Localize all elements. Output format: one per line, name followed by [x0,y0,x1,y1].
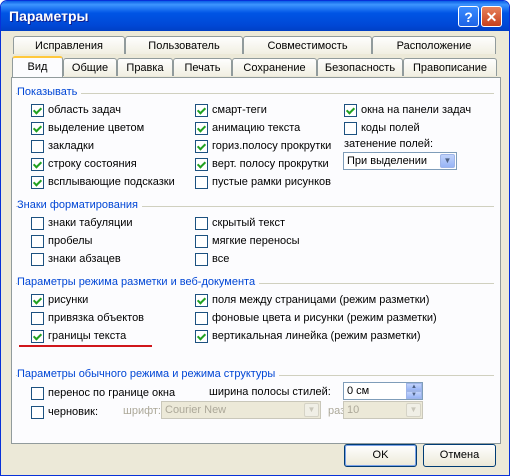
checkbox-label: пробелы [48,235,93,247]
checkbox-label: знаки абзацев [48,253,121,265]
checkbox-box[interactable] [31,235,44,248]
checkbox-label: мягкие переносы [212,235,300,247]
dialog-body: Исправления Пользователь Совместимость Р… [4,31,506,472]
style-width-value: 0 см [347,385,370,397]
checkbox-label: все [212,253,230,265]
checkbox-label: анимацию текста [212,122,301,134]
checkbox-label: выделение цветом [48,122,145,134]
dialog-title: Параметры [9,8,89,24]
chevron-down-icon[interactable]: ▼ [440,154,455,168]
checkbox-label: перенос по границе окна [48,387,176,399]
checkbox-box[interactable] [195,122,208,135]
spinner[interactable]: ▲ ▼ [406,383,422,400]
checkbox-box[interactable] [195,140,208,153]
font-label: шрифт: [123,405,161,417]
field-shading-select[interactable]: При выделении ▼ [343,152,457,170]
checkbox-box[interactable] [31,122,44,135]
tab-user[interactable]: Пользователь [125,36,243,54]
checkbox-box[interactable] [344,104,357,117]
checkbox-label: область задач [48,104,121,116]
checkbox-box[interactable] [31,387,44,400]
section-normal-title: Параметры обычного режима и режима струк… [17,368,280,380]
tab-compatibility[interactable]: Совместимость [243,36,372,54]
checkbox-box[interactable] [31,158,44,171]
close-button[interactable]: ✕ [481,6,502,27]
tab-corrections[interactable]: Исправления [13,36,125,54]
style-width-label: ширина полосы стилей: [209,386,331,398]
checkbox-box[interactable] [195,253,208,266]
field-shading-value: При выделении [347,155,428,167]
checkbox-label: скрытый текст [212,217,285,229]
chevron-down-icon[interactable]: ▼ [406,403,421,417]
checkbox-label: всплывающие подсказки [48,176,175,188]
checkbox-box[interactable] [195,330,208,343]
checkbox-box[interactable] [31,406,44,419]
spinner-down-icon[interactable]: ▼ [406,391,422,399]
checkbox-box[interactable] [195,158,208,171]
checkbox-box[interactable] [195,104,208,117]
checkbox-label: фоновые цвета и рисунки (режим разметки) [212,312,437,324]
style-width-input[interactable]: 0 см ▲ ▼ [343,382,423,400]
checkbox-box[interactable] [195,312,208,325]
checkbox-box[interactable] [31,253,44,266]
section-divider [16,93,494,94]
help-button[interactable]: ? [458,6,479,27]
section-layout-title: Параметры режима разметки и веб-документ… [17,276,260,288]
spinner-up-icon[interactable]: ▲ [406,383,422,391]
tab-general[interactable]: Общие [63,58,117,76]
checkbox-box[interactable] [195,217,208,230]
font-value: Courier New [165,404,227,416]
checkbox-label: вертикальная линейка (режим разметки) [212,330,421,342]
checkbox-box[interactable] [31,217,44,230]
checkbox-label: поля между страницами (режим разметки) [212,294,430,306]
section-show-title: Показывать [17,86,82,98]
checkbox-box[interactable] [195,235,208,248]
checkbox-label: рисунки [48,294,89,306]
checkbox-label: смарт-теги [212,104,267,116]
checkbox-box[interactable] [31,176,44,189]
checkbox-label: привязка объектов [48,312,145,324]
checkbox-label: верт. полосу прокрутки [212,158,329,170]
checkbox-label: коды полей [361,122,420,134]
checkbox-box[interactable] [31,104,44,117]
checkbox-box[interactable] [195,294,208,307]
tab-view[interactable]: Вид [12,56,63,77]
field-shading-label: затенение полей: [344,138,434,150]
ok-button[interactable]: OK [344,444,417,467]
chevron-down-icon[interactable]: ▼ [304,403,319,417]
checkbox-label: строку состояния [48,158,137,170]
options-dialog: Параметры ? ✕ Исправления Пользователь С… [0,0,510,476]
red-underline-annotation [19,345,152,347]
tab-edit[interactable]: Правка [117,58,173,76]
section-formatting-title: Знаки форматирования [17,199,143,211]
checkbox-label: окна на панели задач [361,104,472,116]
checkbox-box[interactable] [195,176,208,189]
tab-location[interactable]: Расположение [372,36,496,54]
checkbox-box[interactable] [31,294,44,307]
checkbox-box[interactable] [31,140,44,153]
checkbox-box[interactable] [31,330,44,343]
checkbox-label: черновик: [48,406,99,418]
tab-save[interactable]: Сохранение [232,58,317,76]
checkbox-label: гориз.полосу прокрутки [212,140,332,152]
checkbox-label: закладки [48,140,95,152]
tab-print[interactable]: Печать [173,58,232,76]
size-select[interactable]: 10 ▼ [343,401,423,419]
title-bar[interactable]: Параметры ? ✕ [1,1,509,31]
checkbox-label: границы текста [48,330,127,342]
font-select[interactable]: Courier New ▼ [161,401,321,419]
tab-security[interactable]: Безопасность [317,58,403,76]
checkbox-box[interactable] [31,312,44,325]
tab-spelling[interactable]: Правописание [403,58,497,76]
cancel-button[interactable]: Отмена [423,444,496,467]
checkbox-box[interactable] [344,122,357,135]
checkbox-label: пустые рамки рисунков [212,176,331,188]
checkbox-label: знаки табуляции [48,217,133,229]
size-value: 10 [347,404,360,416]
